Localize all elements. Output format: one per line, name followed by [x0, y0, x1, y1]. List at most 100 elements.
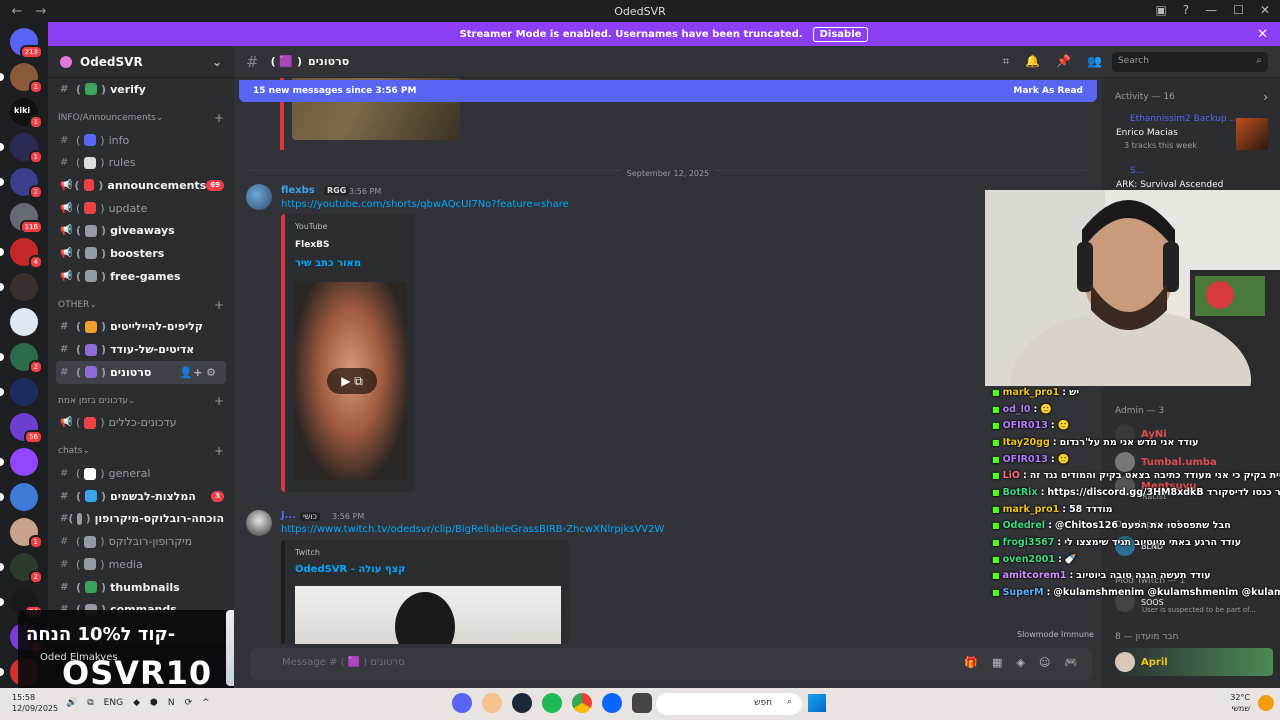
discord-home-icon[interactable]: 213 — [10, 28, 43, 59]
activities-icon[interactable]: 🎮 — [1064, 656, 1078, 669]
server-icon[interactable]: kiki 1 — [10, 98, 43, 129]
message-link[interactable]: https://youtube.com/shorts/qbwAQcUI7No?f… — [281, 199, 569, 210]
channel-update[interactable]: 📢() update — [48, 197, 234, 220]
guild-header[interactable]: OdedSVR ⌄ — [48, 46, 234, 78]
threads-icon[interactable]: ⌗ — [1002, 54, 1009, 69]
gift-icon[interactable]: 🎁 — [964, 656, 978, 669]
search-input[interactable]: Search ⌕ — [1112, 52, 1268, 72]
video-thumbnail[interactable]: ▶ ⧉ — [295, 282, 407, 480]
embed-title[interactable]: OdedSVR - קצף עולה — [295, 564, 406, 575]
sticker-icon[interactable]: ◈ — [1016, 656, 1024, 669]
message-author[interactable]: J... — [281, 510, 296, 521]
inbox-icon[interactable]: ▣ — [1155, 3, 1166, 17]
avatar[interactable] — [246, 184, 272, 210]
channel-thumbnails[interactable]: # () thumbnails — [48, 576, 234, 599]
taskbar-search[interactable]: חפש ⌕ — [656, 693, 802, 715]
server-icon[interactable]: 1 — [0, 133, 43, 164]
chevron-right-icon[interactable]: › — [1263, 90, 1268, 104]
chevron-up-icon[interactable]: ^ — [202, 698, 210, 708]
channel-קליפים-להיילייטים[interactable]: # () קליפים-להיילייטים — [48, 316, 234, 339]
server-icon[interactable] — [0, 448, 38, 476]
close-banner-icon[interactable]: ✕ — [1257, 27, 1268, 42]
steam-app-icon[interactable] — [512, 693, 532, 713]
discord-app-icon[interactable] — [452, 693, 472, 713]
maximize-icon[interactable]: ☐ — [1233, 3, 1244, 17]
server-icon[interactable] — [10, 308, 38, 336]
category-header[interactable]: chats ⌄ + — [48, 440, 234, 462]
channel-boosters[interactable]: 📢() boosters — [48, 242, 234, 265]
server-icon[interactable] — [0, 483, 38, 511]
help-icon[interactable]: ? — [1183, 3, 1189, 17]
clip-thumbnail[interactable] — [295, 586, 561, 644]
server-icon[interactable]: 1 — [0, 63, 43, 94]
message-link[interactable]: https://www.twitch.tv/odedsvr/clip/BigRe… — [281, 524, 664, 535]
tray-app-icon[interactable]: ⟳ — [185, 698, 193, 708]
minimize-icon[interactable]: — — [1205, 3, 1217, 17]
server-icon[interactable] — [0, 273, 38, 301]
server-icon[interactable]: 2 — [0, 343, 43, 374]
emoji-icon[interactable]: ☺ — [1039, 656, 1050, 669]
embed-title[interactable]: מאור כתב שיר — [295, 258, 361, 269]
new-messages-bar[interactable]: 15 new messages since 3:56 PM Mark As Re… — [239, 80, 1097, 102]
add-channel-icon[interactable]: + — [214, 111, 224, 125]
meta-app-icon[interactable] — [602, 693, 622, 713]
language-indicator[interactable]: ENG — [104, 698, 123, 708]
weather-widget[interactable]: 32°C שמשי — [1230, 692, 1250, 714]
chrome-app-icon[interactable] — [572, 693, 592, 713]
add-channel-icon[interactable]: + — [214, 394, 224, 408]
channel-announcements[interactable]: 📢() announcements 69 — [48, 174, 234, 197]
app-icon[interactable] — [482, 693, 502, 713]
category-header[interactable]: OTHER ⌄ + — [48, 294, 234, 316]
tray-app-icon[interactable]: N — [168, 698, 175, 708]
member-row[interactable]: April — [1115, 648, 1273, 676]
tray-app-icon[interactable]: ◆ — [133, 698, 140, 708]
start-icon[interactable] — [808, 694, 826, 712]
channel-settings-icon[interactable]: 👤+ ⚙ — [179, 366, 216, 379]
disable-button[interactable]: Disable — [812, 26, 869, 42]
channel-הוכחה-רובלוקס-מיקרופון[interactable]: #() הוכחה-רובלוקס-מיקרופון — [48, 508, 234, 531]
channel-מיקרופון-רובלוקס[interactable]: # () מיקרופון-רובלוקס — [48, 530, 234, 553]
channel-אדיטים-של-עודד[interactable]: # () אדיטים-של-עודד — [48, 338, 234, 361]
channel-general[interactable]: # () general — [48, 462, 234, 485]
spotify-app-icon[interactable] — [542, 693, 562, 713]
gif-icon[interactable]: ▦ — [992, 656, 1002, 669]
channel-rules[interactable]: # () rules — [48, 151, 234, 174]
server-icon[interactable] — [0, 378, 38, 406]
server-icon[interactable]: 56 — [10, 413, 43, 444]
forward-arrow-icon[interactable]: → — [34, 4, 48, 19]
pin-icon[interactable]: 📌 — [1056, 54, 1071, 69]
server-icon[interactable]: 1 — [10, 518, 43, 549]
channel-media[interactable]: # () media — [48, 553, 234, 576]
members-icon[interactable]: 👥 — [1087, 54, 1102, 69]
channel-verify[interactable]: # () verify — [48, 78, 234, 101]
chat-separator: : — [1048, 520, 1052, 532]
network-icon[interactable]: ⧉ — [87, 698, 93, 708]
close-window-icon[interactable]: ✕ — [1260, 3, 1270, 17]
category-header[interactable]: INFO/Announcements ⌄ + — [48, 107, 234, 129]
channel-המלצות-לבשמים[interactable]: # () המלצות-לבשמים 3 — [48, 485, 234, 508]
channel-עדכונים-כללים[interactable]: 📢() עדכונים-כללים — [48, 412, 234, 435]
channel-info[interactable]: # () info — [48, 129, 234, 152]
app-icon[interactable] — [632, 693, 652, 713]
server-icon[interactable]: 2 — [0, 553, 43, 584]
message-author[interactable]: flexbs — [281, 185, 315, 196]
embed-author[interactable]: FlexBS — [295, 240, 329, 250]
tray-app-icon[interactable]: ⬢ — [150, 698, 158, 708]
server-icon[interactable]: 4 — [0, 238, 43, 269]
clock[interactable]: 15:58 12/09/2025 — [12, 692, 58, 714]
server-icon[interactable]: 2 — [0, 168, 43, 199]
back-arrow-icon[interactable]: ← — [10, 4, 24, 19]
play-button-icon[interactable]: ▶ ⧉ — [327, 368, 377, 394]
add-channel-icon[interactable]: + — [214, 298, 224, 312]
category-header[interactable]: עדכונים בזמן אמת ⌄ + — [48, 390, 234, 412]
avatar[interactable] — [246, 510, 272, 536]
server-icon[interactable]: 116 — [10, 203, 43, 234]
channel-free-games[interactable]: 📢() free-games — [48, 265, 234, 288]
activity-card[interactable]: Ethannissim2 Backup ... Enrico Macias 3 … — [1112, 112, 1272, 152]
channel-סרטונים[interactable]: # () סרטונים 👤+ ⚙ — [56, 360, 226, 384]
channel-giveaways[interactable]: 📢() giveaways — [48, 219, 234, 242]
add-channel-icon[interactable]: + — [214, 444, 224, 458]
volume-icon[interactable]: 🔊 — [66, 698, 77, 708]
bell-icon[interactable]: 🔔 — [1025, 54, 1040, 69]
mark-as-read-button[interactable]: Mark As Read — [1013, 86, 1083, 96]
